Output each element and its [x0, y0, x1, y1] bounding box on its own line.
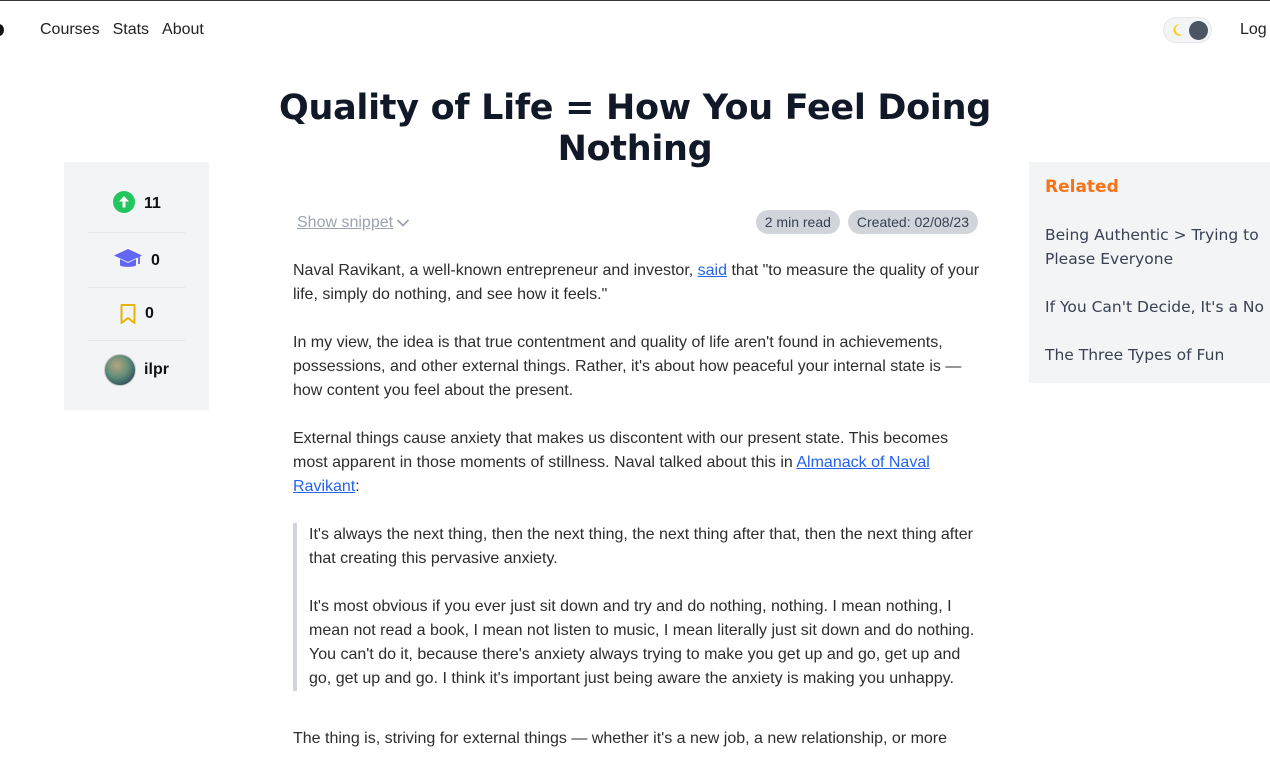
nav-about[interactable]: About: [162, 21, 204, 39]
show-snippet-toggle[interactable]: Show snippet: [297, 214, 410, 232]
author-name[interactable]: ilpr: [144, 361, 169, 379]
page-title: Quality of Life = How You Feel Doing Not…: [279, 88, 991, 169]
article-body: Naval Ravikant, a well-known entrepreneu…: [293, 259, 983, 760]
divider: [88, 232, 185, 233]
article-paragraph: External things cause anxiety that makes…: [293, 427, 983, 499]
related-heading: Related: [1045, 177, 1119, 197]
divider: [88, 340, 185, 341]
courses-count: 0: [151, 252, 160, 269]
author-info[interactable]: ilpr: [76, 354, 197, 386]
theme-toggle[interactable]: [1163, 17, 1212, 43]
quote-paragraph: It's always the next thing, then the nex…: [309, 526, 973, 567]
article-paragraph: Naval Ravikant, a well-known entrepreneu…: [293, 259, 983, 307]
bookmark-stat[interactable]: 0: [76, 303, 197, 325]
main-nav: Courses Stats About: [40, 21, 217, 39]
graduation-cap-icon: [114, 249, 143, 267]
read-time-badge: 2 min read: [755, 210, 840, 234]
article-paragraph: In my view, the idea is that true conten…: [293, 334, 962, 399]
login-link[interactable]: Log: [1240, 21, 1267, 39]
bookmark-icon[interactable]: [119, 303, 137, 325]
chevron-down-icon: [396, 219, 410, 227]
related-item[interactable]: Being Authentic > Trying to Please Every…: [1045, 223, 1270, 271]
related-panel: Related Being Authentic > Trying to Plea…: [1029, 162, 1270, 383]
paragraph-text: :: [355, 478, 360, 495]
bookmark-count: 0: [145, 305, 154, 322]
upvote-stat[interactable]: 11: [76, 190, 197, 214]
logo[interactable]: [0, 24, 4, 36]
related-item[interactable]: If You Can't Decide, It's a No: [1045, 295, 1270, 319]
divider: [88, 287, 185, 288]
article-badges: 2 min read Created: 02/08/23: [755, 210, 978, 234]
show-snippet-label: Show snippet: [297, 214, 394, 231]
upvote-icon[interactable]: [112, 190, 136, 214]
related-item[interactable]: The Three Types of Fun: [1045, 343, 1270, 367]
article-meta: Show snippet 2 min read Created: 02/08/2…: [297, 210, 978, 236]
nav-courses[interactable]: Courses: [40, 21, 100, 39]
toggle-knob: [1189, 21, 1208, 40]
top-navbar: Courses Stats About Log: [0, 0, 1270, 58]
nav-stats[interactable]: Stats: [113, 21, 149, 39]
article-paragraph: The thing is, striving for external thin…: [293, 730, 948, 747]
moon-icon: [1173, 24, 1183, 36]
upvote-count: 11: [144, 195, 161, 212]
avatar[interactable]: [104, 354, 137, 386]
created-date-badge: Created: 02/08/23: [847, 210, 978, 234]
quote-paragraph: It's most obvious if you ever just sit d…: [309, 598, 975, 687]
stats-panel: 11 0 0 ilpr: [64, 162, 209, 410]
blockquote: It's always the next thing, then the nex…: [293, 523, 983, 691]
paragraph-text: Naval Ravikant, a well-known entrepreneu…: [293, 262, 698, 279]
courses-stat[interactable]: 0: [76, 247, 197, 271]
said-link[interactable]: said: [698, 262, 727, 279]
